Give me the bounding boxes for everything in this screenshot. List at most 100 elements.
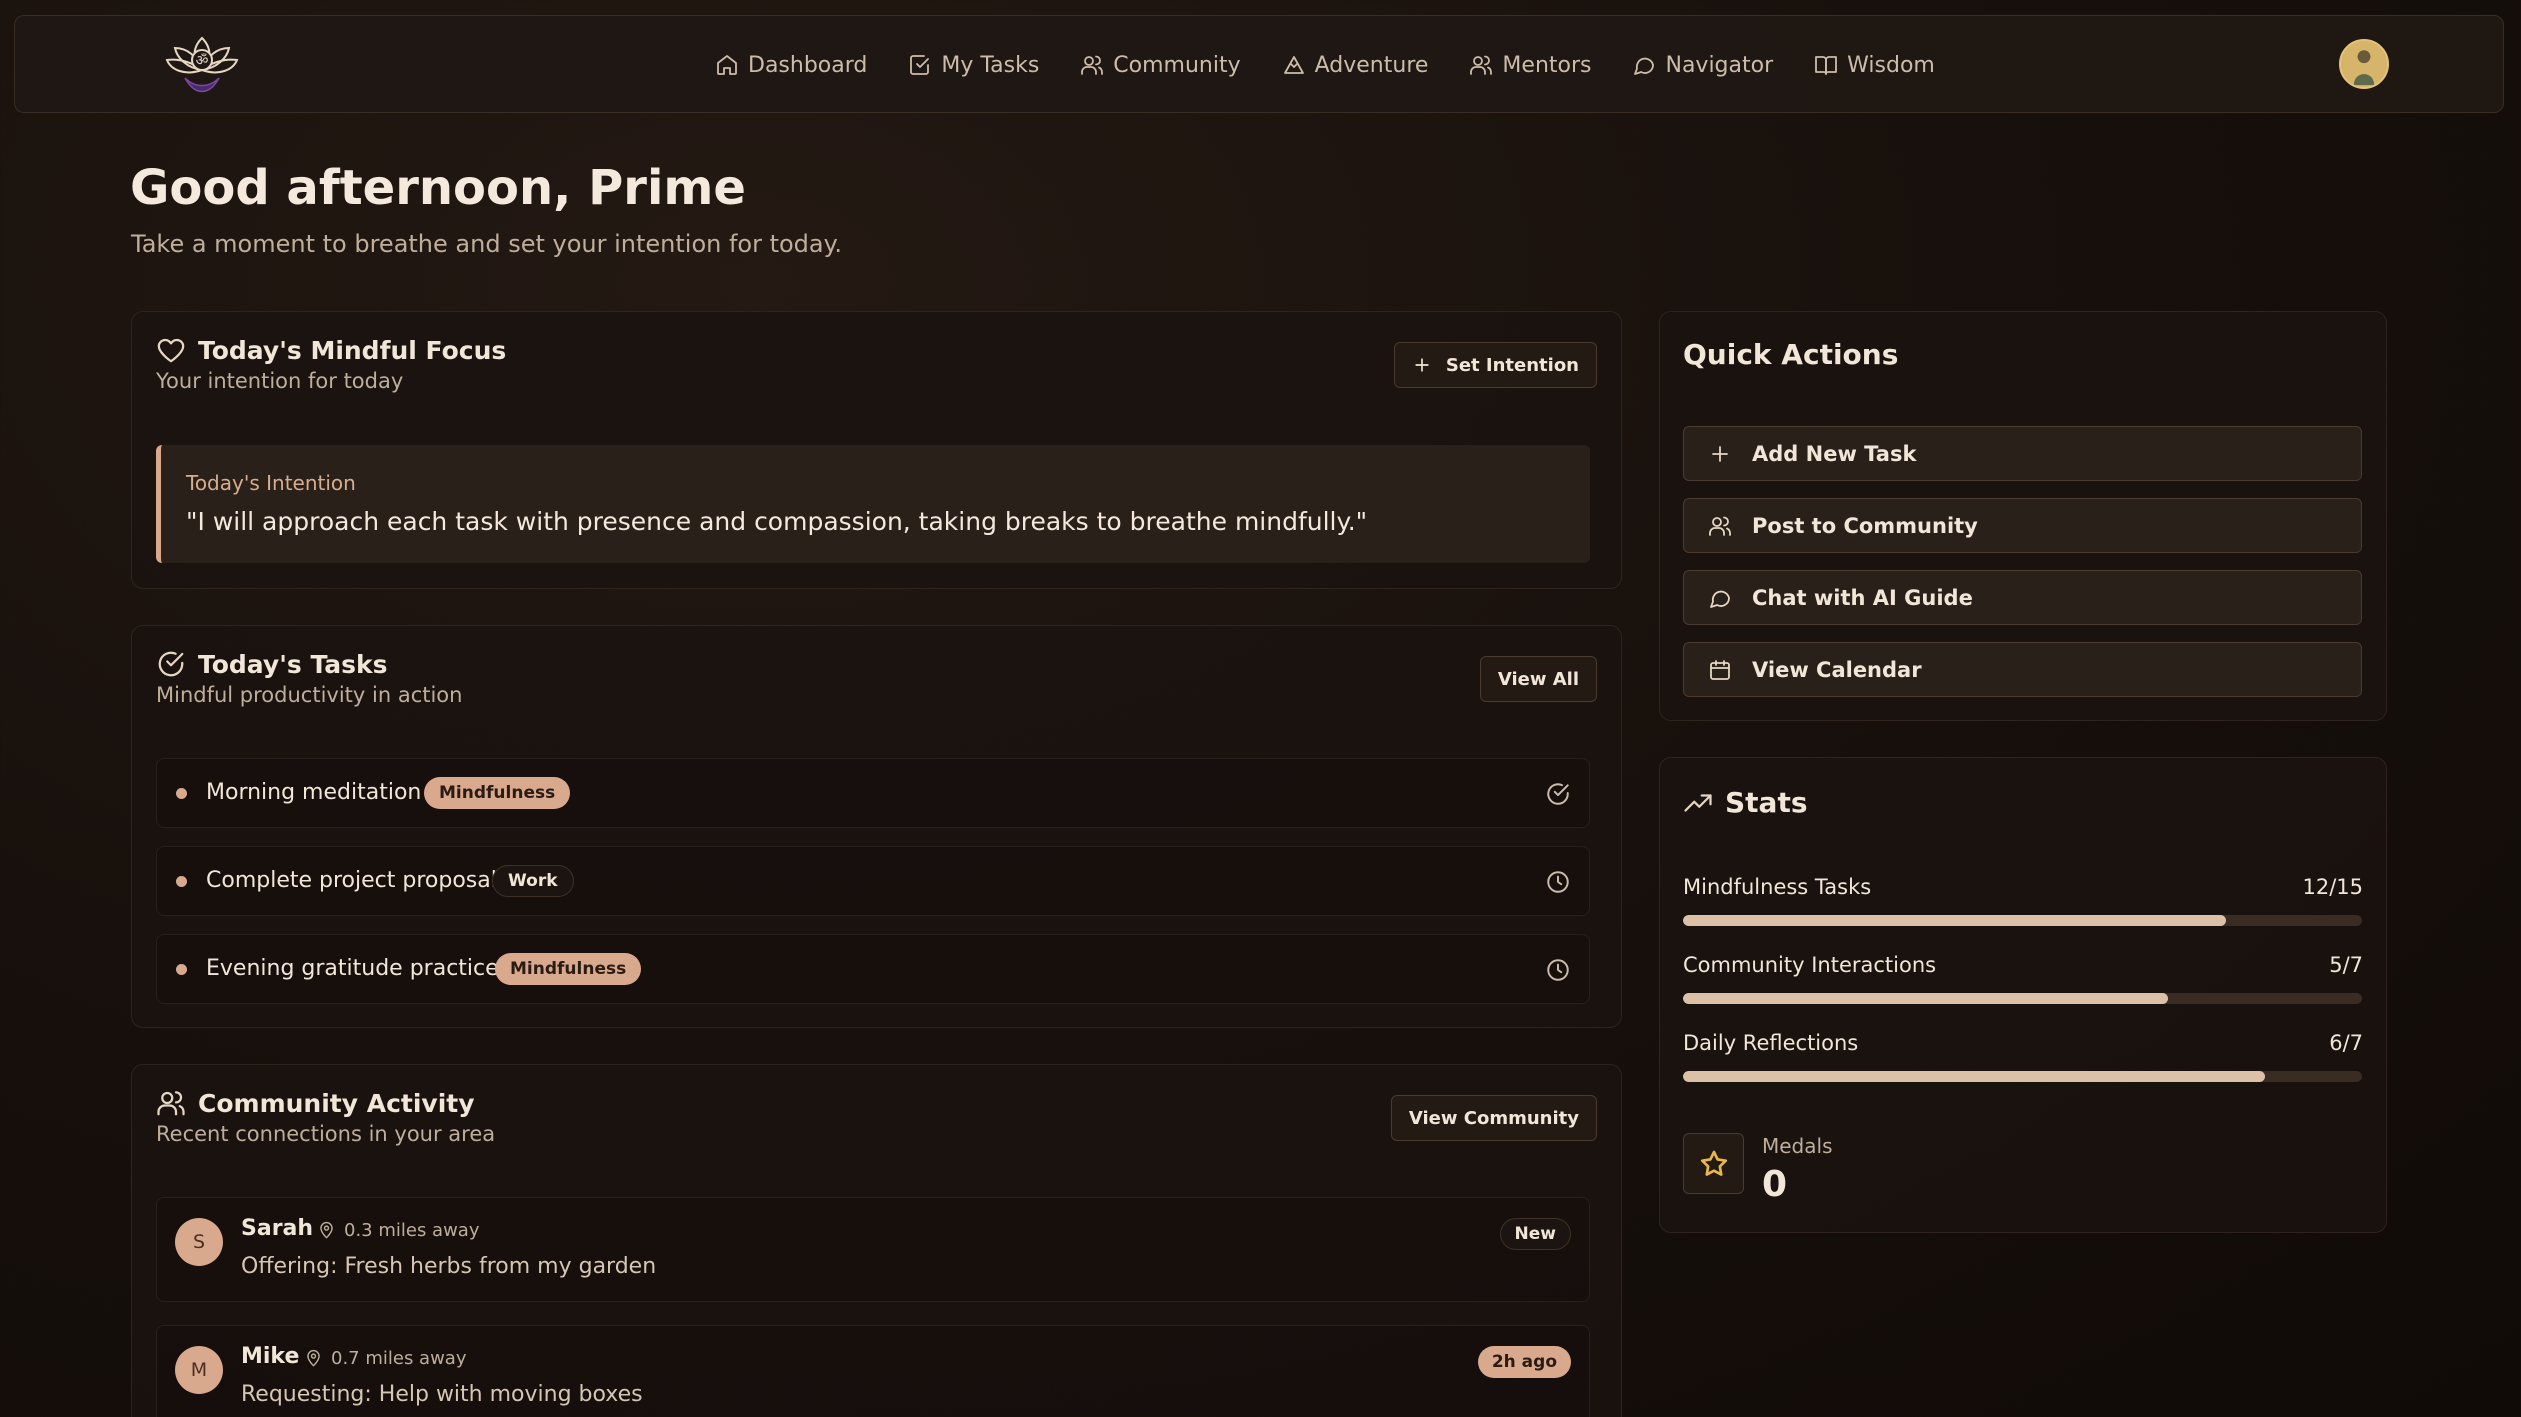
view-calendar-label: View Calendar	[1752, 657, 1922, 682]
task-name: Evening gratitude practice	[206, 956, 499, 981]
intention-text: "I will approach each task with presence…	[186, 507, 1368, 536]
community-heading: Community Activity	[156, 1088, 475, 1118]
clock-icon[interactable]	[1545, 869, 1571, 895]
check-circle-icon	[156, 649, 186, 679]
nav-wisdom-label: Wisdom	[1847, 52, 1935, 78]
view-all-label: View All	[1497, 668, 1579, 690]
stat-label: Community Interactions	[1683, 953, 1937, 977]
task-row[interactable]: Morning meditation Mindfulness	[156, 758, 1590, 828]
message-circle-icon	[1708, 586, 1732, 610]
message-circle-icon	[1632, 53, 1656, 77]
nav-navigator-label: Navigator	[1665, 52, 1774, 78]
mindful-focus-heading: Today's Mindful Focus	[156, 335, 506, 365]
plus-icon	[1412, 355, 1432, 375]
community-post[interactable]: S Sarah 0.3 miles away Offering: Fresh h…	[156, 1197, 1590, 1302]
set-intention-button[interactable]: Set Intention	[1393, 342, 1597, 388]
quick-actions-card: Quick Actions Add New Task Post to Commu…	[1659, 311, 2387, 721]
add-new-task-button[interactable]: Add New Task	[1683, 426, 2362, 481]
quick-actions-title: Quick Actions	[1683, 338, 1899, 371]
view-community-button[interactable]: View Community	[1390, 1095, 1597, 1141]
lotus-om-logo[interactable]: ॐ	[157, 30, 247, 100]
check-square-icon	[908, 53, 932, 77]
star-icon	[1698, 1148, 1730, 1180]
clock-icon[interactable]	[1545, 957, 1571, 983]
community-subtitle: Recent connections in your area	[156, 1122, 496, 1146]
view-calendar-button[interactable]: View Calendar	[1683, 642, 2362, 697]
nav-community[interactable]: Community	[1080, 52, 1241, 78]
users-icon	[1708, 514, 1732, 538]
nav-my-tasks-label: My Tasks	[941, 52, 1040, 78]
stats-title: Stats	[1725, 786, 1808, 819]
post-author: Mike	[241, 1344, 300, 1369]
task-tag: Mindfulness	[495, 953, 642, 985]
community-title: Community Activity	[198, 1088, 475, 1118]
community-post[interactable]: M Mike 0.7 miles away Requesting: Help w…	[156, 1325, 1590, 1417]
stat-progress-bar	[1683, 915, 2362, 926]
calendar-icon	[1708, 658, 1732, 682]
check-circle-icon[interactable]	[1545, 781, 1571, 807]
stat-value: 12/15	[2302, 875, 2363, 899]
post-distance-label: 0.7 miles away	[331, 1348, 467, 1369]
task-bullet	[176, 788, 187, 799]
post-distance: 0.7 miles away	[304, 1348, 467, 1369]
heart-icon	[156, 335, 186, 365]
post-distance: 0.3 miles away	[317, 1220, 480, 1241]
stat-progress-fill	[1683, 1071, 2265, 1082]
mindful-focus-card: Today's Mindful Focus Your intention for…	[131, 311, 1622, 589]
users-icon	[156, 1088, 186, 1118]
map-pin-icon	[317, 1221, 336, 1240]
nav-wisdom[interactable]: Wisdom	[1814, 53, 1935, 78]
users-icon	[1080, 53, 1104, 77]
view-community-label: View Community	[1408, 1107, 1579, 1129]
stat-progress-fill	[1683, 993, 2168, 1004]
trending-up-icon	[1683, 788, 1713, 818]
stat-label: Daily Reflections	[1683, 1031, 1859, 1055]
post-to-community-label: Post to Community	[1752, 513, 1978, 538]
task-name: Complete project proposal	[206, 868, 497, 893]
post-to-community-button[interactable]: Post to Community	[1683, 498, 2362, 553]
book-open-icon	[1814, 53, 1838, 77]
nav-adventure-label: Adventure	[1314, 52, 1429, 78]
mindful-focus-subtitle: Your intention for today	[156, 369, 404, 393]
greeting-title: Good afternoon, Prime	[130, 160, 746, 216]
intention-label: Today's Intention	[186, 471, 356, 495]
task-row[interactable]: Evening gratitude practice Mindfulness	[156, 934, 1590, 1004]
stat-value: 5/7	[2329, 953, 2363, 977]
view-all-tasks-button[interactable]: View All	[1479, 656, 1597, 702]
nav-my-tasks[interactable]: My Tasks	[908, 53, 1039, 78]
tasks-heading: Today's Tasks	[156, 649, 388, 679]
mountain-icon	[1282, 53, 1306, 77]
tasks-title: Today's Tasks	[198, 649, 388, 679]
top-nav: ॐ Dashboard My Tasks Community Adventure…	[14, 15, 2504, 113]
plus-icon	[1708, 442, 1732, 466]
nav-dashboard[interactable]: Dashboard	[715, 53, 867, 78]
stat-progress-bar	[1683, 1071, 2362, 1082]
todays-tasks-card: Today's Tasks Mindful productivity in ac…	[131, 625, 1622, 1028]
greeting-subtitle: Take a moment to breathe and set your in…	[131, 230, 843, 258]
nav-navigator[interactable]: Navigator	[1632, 53, 1773, 78]
user-group-icon	[1469, 53, 1493, 77]
stats-heading: Stats	[1683, 786, 1808, 819]
user-avatar[interactable]	[2339, 39, 2389, 89]
medals-icon-box[interactable]	[1683, 1133, 1744, 1194]
nav-adventure[interactable]: Adventure	[1282, 52, 1429, 78]
avatar: S	[175, 1218, 223, 1266]
nav-community-label: Community	[1113, 52, 1241, 78]
stat-label: Mindfulness Tasks	[1683, 875, 1872, 899]
tasks-subtitle: Mindful productivity in action	[156, 683, 463, 707]
nav-mentors-label: Mentors	[1502, 52, 1592, 78]
avatar: M	[175, 1346, 223, 1394]
post-author: Sarah	[241, 1216, 314, 1241]
post-message: Requesting: Help with moving boxes	[241, 1382, 643, 1407]
chat-ai-guide-button[interactable]: Chat with AI Guide	[1683, 570, 2362, 625]
task-row[interactable]: Complete project proposal Work	[156, 846, 1590, 916]
post-badge: 2h ago	[1477, 1346, 1571, 1378]
post-badge: New	[1499, 1218, 1571, 1250]
nav-mentors[interactable]: Mentors	[1469, 53, 1591, 78]
intention-box: Today's Intention "I will approach each …	[156, 445, 1590, 563]
stat-progress-fill	[1683, 915, 2227, 926]
map-pin-icon	[304, 1349, 323, 1368]
nav-links: Dashboard My Tasks Community Adventure M…	[715, 16, 1935, 114]
post-message: Offering: Fresh herbs from my garden	[241, 1254, 657, 1279]
mindful-focus-title: Today's Mindful Focus	[198, 335, 507, 365]
